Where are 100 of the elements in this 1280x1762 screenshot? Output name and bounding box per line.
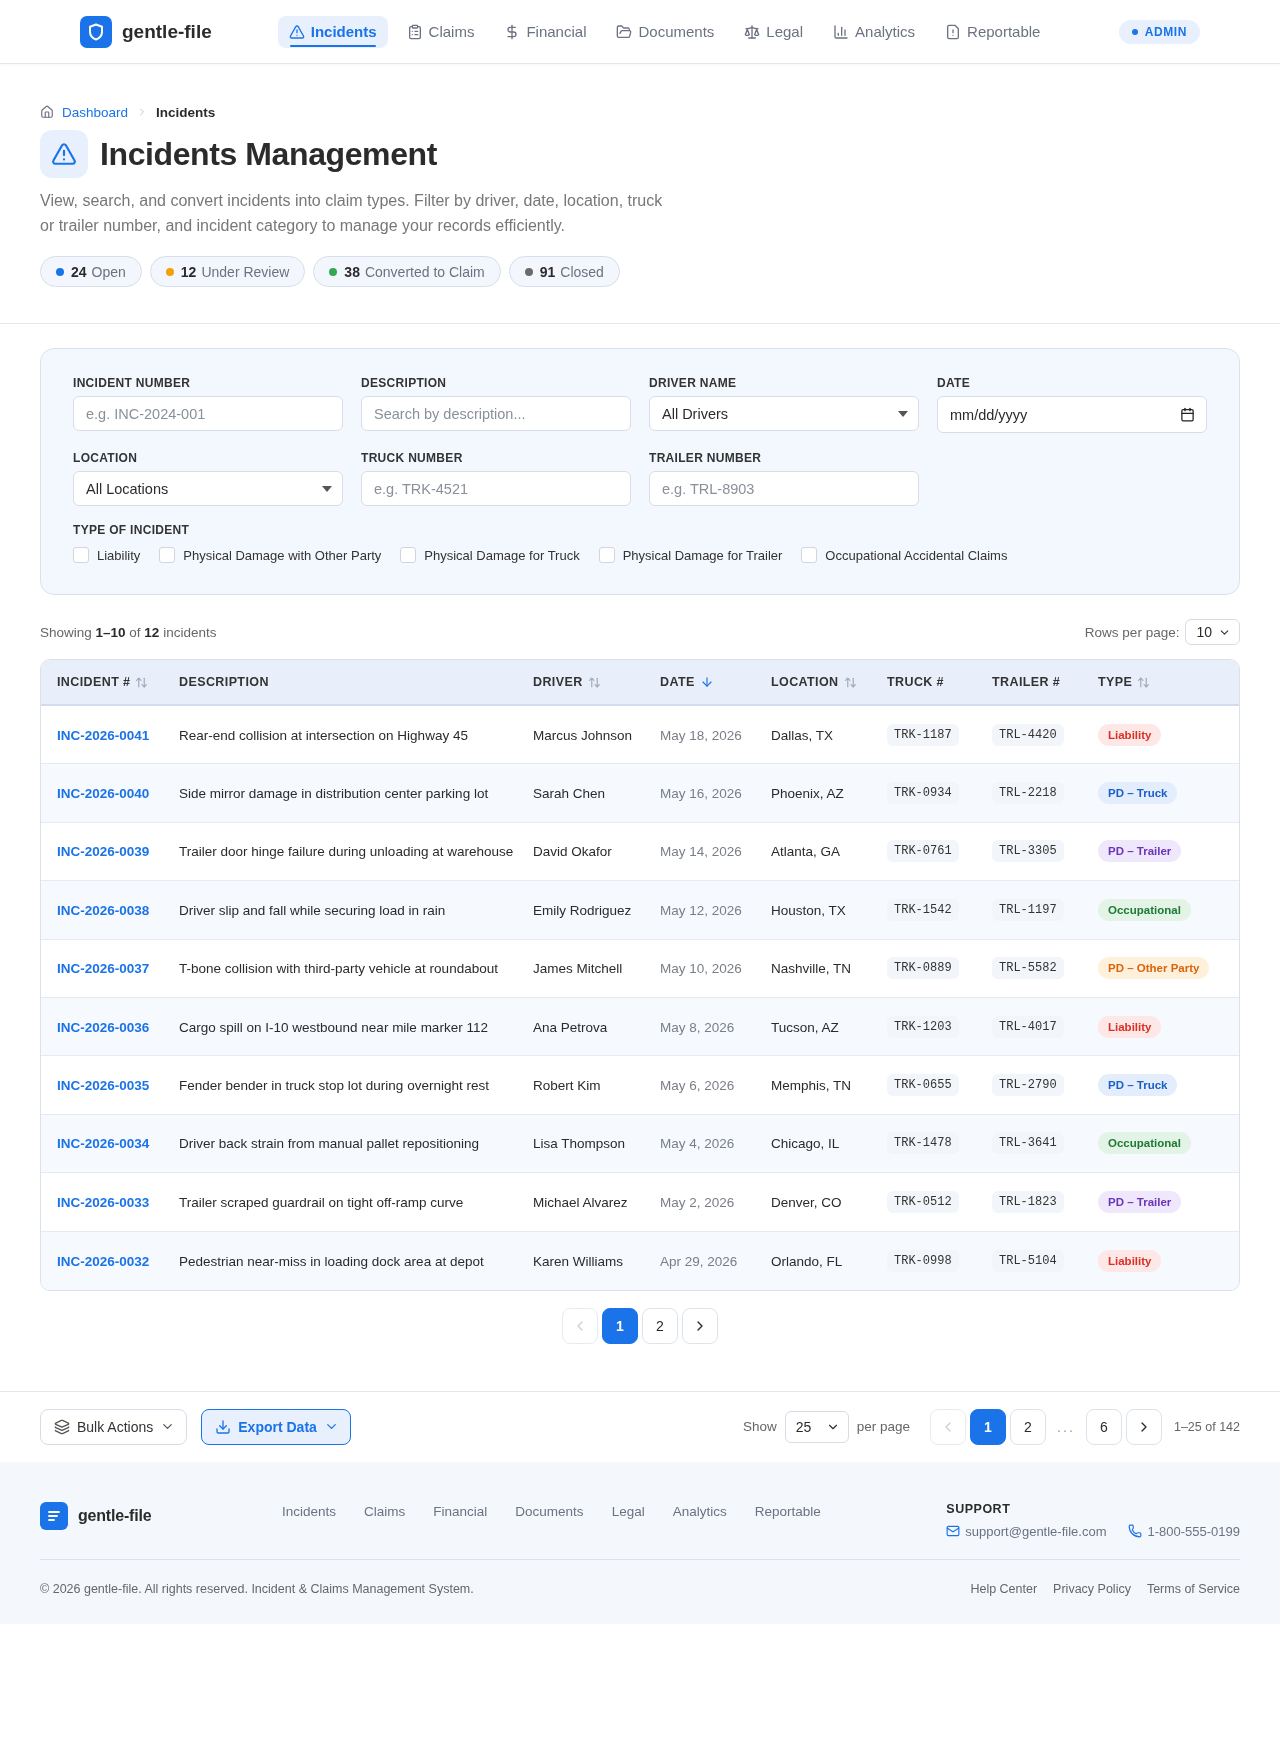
- nav-tab[interactable]: Reportable: [934, 15, 1052, 48]
- footer-link[interactable]: Financial: [433, 1503, 488, 1519]
- incident-type-tag: Liability: [1098, 1249, 1162, 1272]
- trailer-number-tag: TRL-3641: [992, 1132, 1064, 1155]
- incident-type-tag: Occupational: [1098, 1132, 1191, 1155]
- nav-tab[interactable]: Financial: [493, 15, 598, 48]
- rows-per-page-select[interactable]: 10: [1185, 619, 1240, 645]
- incident-date: May 8, 2026: [660, 1019, 735, 1035]
- input-field[interactable]: e.g. INC-2024-001: [73, 396, 343, 431]
- sort-icon[interactable]: [843, 675, 857, 689]
- footer-legal-link[interactable]: Help Center: [970, 1581, 1038, 1596]
- incident-link[interactable]: INC-2026-0034: [57, 1136, 150, 1152]
- checkbox[interactable]: [801, 547, 818, 563]
- nav-tab[interactable]: Incidents: [277, 15, 388, 48]
- incident-description: Pedestrian near-miss in loading dock area at depot: [179, 1253, 484, 1269]
- footer-link[interactable]: Claims: [364, 1503, 406, 1519]
- page-button[interactable]: 1: [969, 1408, 1006, 1445]
- status-pill[interactable]: 24 Open: [40, 256, 142, 287]
- status-pill[interactable]: 38 Converted to Claim: [313, 256, 501, 287]
- support-email-link[interactable]: support@gentle-file.com: [946, 1523, 1107, 1539]
- incident-link[interactable]: INC-2026-0041: [57, 727, 150, 743]
- export-data-button[interactable]: Export Data: [201, 1408, 351, 1445]
- sort-icon[interactable]: [135, 675, 149, 689]
- field-label: DRIVER NAME: [649, 376, 737, 390]
- show-label: Show: [742, 1419, 777, 1435]
- logo-icon: [80, 15, 112, 48]
- status-count: 91: [539, 263, 556, 280]
- status-count: 38: [344, 263, 360, 280]
- status-label: Closed: [560, 263, 604, 280]
- incident-link[interactable]: INC-2026-0040: [57, 786, 150, 802]
- incident-link[interactable]: INC-2026-0039: [57, 844, 150, 860]
- incident-type-tag: PD – Trailer: [1098, 840, 1182, 863]
- status-label: Under Review: [201, 263, 290, 280]
- support-heading: SUPPORT: [946, 1501, 1011, 1516]
- incident-link[interactable]: INC-2026-0032: [57, 1253, 150, 1269]
- column-header: TYPE: [1098, 675, 1133, 689]
- incident-link[interactable]: INC-2026-0037: [57, 961, 150, 977]
- checkbox-label[interactable]: Occupational Accidental Claims: [825, 547, 1008, 563]
- column-header: INCIDENT #: [57, 675, 131, 689]
- footer-link[interactable]: Reportable: [754, 1503, 821, 1519]
- status-pill[interactable]: 91 Closed: [508, 256, 620, 287]
- sort-icon[interactable]: [1137, 675, 1151, 689]
- incident-link[interactable]: INC-2026-0038: [57, 902, 150, 918]
- input-field[interactable]: Search by description...: [361, 396, 631, 431]
- incident-location: Dallas, TX: [771, 727, 834, 743]
- checkbox-label[interactable]: Physical Damage for Truck: [424, 547, 580, 563]
- logo-icon: [40, 1501, 68, 1530]
- nav-tab[interactable]: Legal: [733, 15, 815, 48]
- per-page-select[interactable]: 25: [784, 1410, 849, 1443]
- mail-icon: [946, 1524, 961, 1539]
- checkbox[interactable]: [598, 547, 615, 563]
- field-label: TRAILER NUMBER: [649, 451, 762, 465]
- sort-icon[interactable]: [587, 675, 601, 689]
- incident-date: May 2, 2026: [660, 1194, 735, 1210]
- pagination-ellipsis: ...: [1056, 1418, 1076, 1435]
- calendar-icon[interactable]: [1180, 407, 1195, 422]
- input-field[interactable]: e.g. TRL-8903: [649, 471, 919, 506]
- checkbox[interactable]: [400, 547, 417, 563]
- incident-description: Driver back strain from manual pallet repositioning: [179, 1136, 480, 1152]
- support-phone-link[interactable]: 1-800-555-0199: [1128, 1523, 1240, 1539]
- incident-description: Trailer door hinge failure during unloading at warehouse: [179, 844, 514, 860]
- bulk-actions-button[interactable]: Bulk Actions: [40, 1408, 188, 1445]
- next-page-button[interactable]: [682, 1307, 718, 1344]
- checkbox-label[interactable]: Liability: [97, 547, 141, 563]
- select-field[interactable]: All Locations: [73, 471, 343, 506]
- warning-icon: [288, 23, 305, 40]
- breadcrumb-link[interactable]: Dashboard: [62, 104, 129, 120]
- nav-tab[interactable]: Analytics: [822, 15, 927, 48]
- page-button[interactable]: 6: [1085, 1408, 1122, 1445]
- select-field[interactable]: All Drivers: [649, 396, 919, 431]
- page-button[interactable]: 1: [602, 1307, 638, 1344]
- driver-name: Ana Petrova: [533, 1019, 608, 1035]
- incident-link[interactable]: INC-2026-0033: [57, 1194, 150, 1210]
- footer-link[interactable]: Incidents: [282, 1503, 337, 1519]
- incident-link[interactable]: INC-2026-0036: [57, 1019, 150, 1035]
- input-field[interactable]: e.g. TRK-4521: [361, 471, 631, 506]
- date-field[interactable]: mm/dd/yyyy: [937, 396, 1207, 433]
- footer-legal-link[interactable]: Terms of Service: [1146, 1581, 1240, 1596]
- status-pill[interactable]: 12 Under Review: [149, 256, 306, 287]
- footer-link[interactable]: Analytics: [672, 1503, 727, 1519]
- layers-icon: [54, 1418, 70, 1435]
- driver-name: Sarah Chen: [533, 786, 606, 802]
- nav-tab[interactable]: Documents: [605, 15, 726, 48]
- sort-descending-icon[interactable]: [699, 675, 714, 689]
- nav-tab[interactable]: Claims: [395, 15, 486, 48]
- incident-link[interactable]: INC-2026-0035: [57, 1078, 150, 1094]
- truck-number-tag: TRK-0889: [887, 957, 959, 980]
- footer-legal-link[interactable]: Privacy Policy: [1053, 1581, 1131, 1596]
- footer-link[interactable]: Legal: [611, 1503, 645, 1519]
- page-button[interactable]: 2: [1009, 1408, 1046, 1445]
- truck-number-tag: TRK-1542: [887, 898, 959, 921]
- truck-number-tag: TRK-0934: [887, 782, 959, 805]
- incident-location: Houston, TX: [771, 902, 846, 918]
- page-button[interactable]: 2: [642, 1307, 678, 1344]
- checkbox[interactable]: [73, 547, 89, 563]
- checkbox-label[interactable]: Physical Damage for Trailer: [622, 547, 783, 563]
- footer-link[interactable]: Documents: [515, 1503, 584, 1519]
- checkbox[interactable]: [159, 547, 176, 563]
- checkbox-label[interactable]: Physical Damage with Other Party: [183, 547, 382, 563]
- next-page-button[interactable]: [1125, 1408, 1162, 1445]
